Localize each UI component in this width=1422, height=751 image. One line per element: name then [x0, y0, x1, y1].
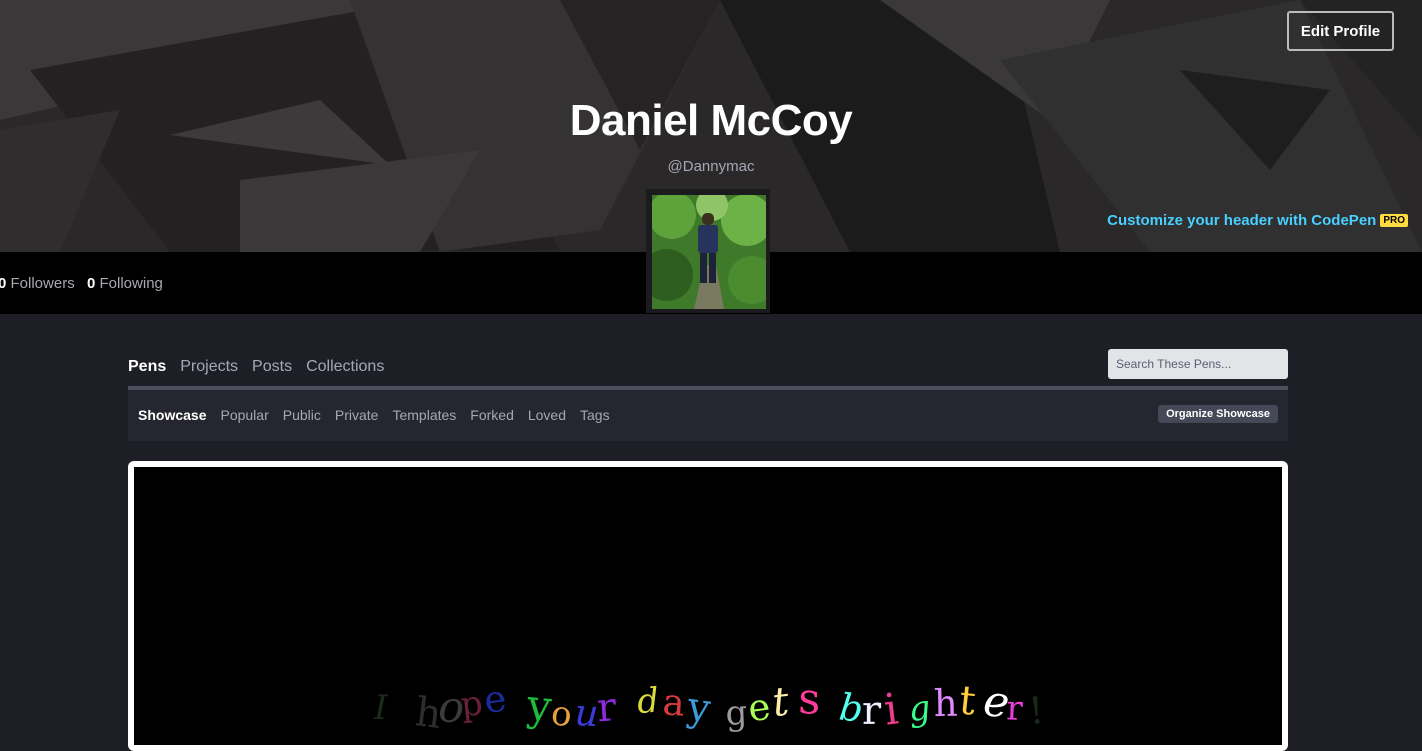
pen-text-letter: t: [770, 679, 792, 727]
subtab-templates[interactable]: Templates: [392, 407, 456, 423]
pen-text-letter: e: [481, 677, 508, 723]
tab-projects[interactable]: Projects: [180, 358, 238, 376]
customize-header-label: Customize your header with CodePen: [1107, 212, 1377, 229]
pen-preview-text: Ihope your d ay get s br i g ht er!: [373, 674, 1046, 738]
pen-text-letter: a: [661, 680, 686, 724]
pen-text-letter: r: [862, 688, 882, 734]
pen-text-letter: y: [684, 683, 714, 732]
subtab-public[interactable]: Public: [283, 407, 321, 423]
pen-text-letter: g: [725, 693, 748, 734]
customize-header-link[interactable]: Customize your header with CodePen PRO: [1107, 212, 1408, 229]
pen-preview-frame: Ih o p e y o u r d a y g e t s b r i g h t e r!: [134, 467, 1282, 745]
pen-text-letter: e: [745, 685, 772, 731]
followers-count: 0: [0, 275, 7, 292]
pen-text-letter: i: [881, 684, 901, 735]
pen-text-letter: t: [957, 677, 978, 724]
organize-showcase-button[interactable]: Organize Showcase: [1158, 405, 1278, 423]
pro-badge: PRO: [1380, 214, 1408, 227]
following-link[interactable]: 0 Following: [87, 275, 163, 292]
tab-collections[interactable]: Collections: [306, 358, 384, 376]
subtab-forked[interactable]: Forked: [470, 407, 514, 423]
profile-handle: @Dannymac: [667, 158, 755, 175]
pen-text-letter: h: [933, 682, 958, 725]
following-count: 0: [87, 275, 96, 292]
profile-name: Daniel McCoy: [569, 96, 853, 145]
tab-posts[interactable]: Posts: [252, 358, 292, 376]
pen-text-letter: o: [549, 693, 575, 735]
subtab-showcase[interactable]: Showcase: [138, 407, 206, 423]
pens-subnav: Showcase Popular Public Private Template…: [128, 390, 1288, 441]
subtab-tags[interactable]: Tags: [580, 407, 610, 423]
pen-preview-card[interactable]: Ih o p e y o u r d a y g e t s b r i g h t e r!: [128, 461, 1288, 751]
followers-link[interactable]: 0 Followers: [0, 275, 75, 292]
pen-text-letter: d: [636, 681, 661, 723]
pen-text-letter: r: [1006, 688, 1025, 729]
pens-tabs: Pens Projects Posts Collections: [128, 358, 384, 376]
edit-profile-button[interactable]: Edit Profile: [1287, 11, 1394, 51]
pen-text-letter: r: [595, 684, 618, 731]
pen-text-letter: I: [373, 688, 388, 728]
followers-label: Followers: [10, 275, 75, 292]
avatar[interactable]: [646, 189, 770, 313]
following-label: Following: [99, 275, 163, 292]
pen-text-letter: s: [798, 674, 821, 724]
pen-text-letter: p: [459, 683, 485, 725]
subtab-private[interactable]: Private: [335, 407, 379, 423]
subtab-popular[interactable]: Popular: [220, 407, 268, 423]
tab-pens[interactable]: Pens: [128, 358, 166, 376]
subtab-loved[interactable]: Loved: [528, 407, 566, 423]
search-pens-input[interactable]: [1108, 349, 1288, 379]
pen-text-letter: g: [906, 688, 933, 730]
avatar-photo: [652, 195, 766, 309]
pen-text-letter: !: [1027, 689, 1046, 733]
